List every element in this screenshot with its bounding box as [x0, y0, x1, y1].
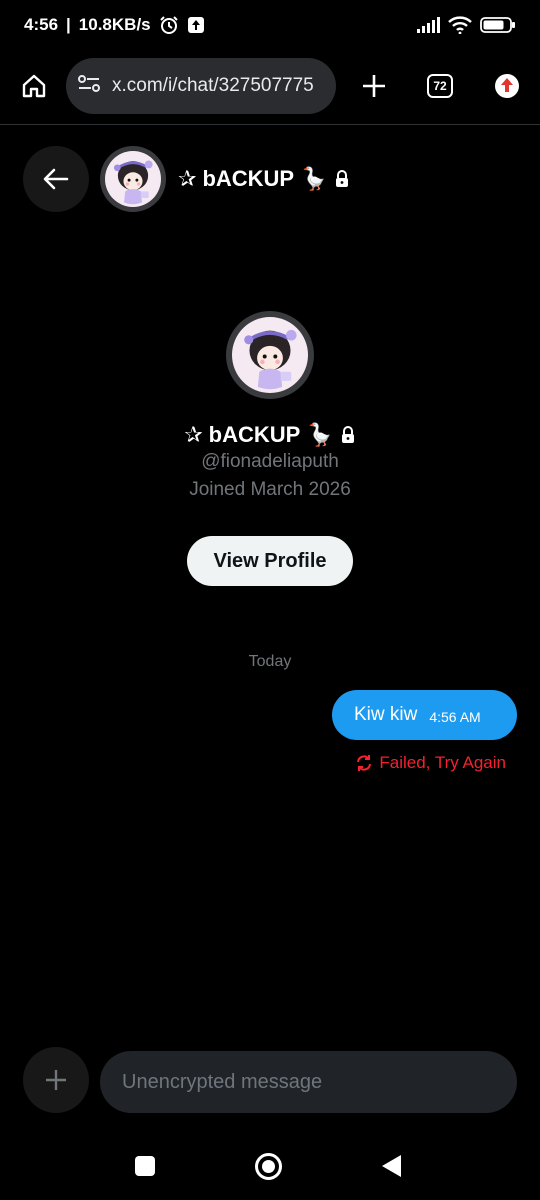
goose-emoji: 🪿: [300, 166, 328, 191]
message-text: Kiw kiw: [354, 704, 418, 725]
profile-handle: @fionadeliaputh: [201, 451, 339, 472]
add-icon: [46, 1070, 66, 1090]
avatar[interactable]: [100, 146, 166, 212]
alarm-icon: [159, 15, 179, 35]
star-glyph: ✰: [184, 422, 203, 447]
browser-toolbar: x.com/i/chat/327507775 72: [0, 56, 540, 116]
chat-header-title[interactable]: ✰ bACKUP 🪿: [178, 162, 350, 196]
new-tab-button[interactable]: [352, 64, 396, 108]
retry-send-button[interactable]: Failed, Try Again: [355, 753, 506, 773]
update-icon: [495, 74, 519, 98]
wifi-icon: [448, 16, 472, 34]
back-nav-button[interactable]: [380, 1154, 402, 1178]
message-input[interactable]: [100, 1051, 517, 1113]
profile-display-name: bACKUP: [208, 422, 301, 447]
update-button[interactable]: [485, 64, 529, 108]
url-text: x.com/i/chat/327507775: [112, 75, 314, 96]
profile-name: ✰ bACKUP 🪿: [0, 418, 540, 452]
tabs-button[interactable]: 72: [418, 64, 462, 108]
home-nav-dot: [262, 1160, 275, 1173]
date-separator: Today: [248, 653, 292, 670]
toolbar-divider: [0, 124, 540, 125]
status-right: [416, 16, 516, 34]
lock-icon: [335, 170, 348, 187]
lock-icon: [341, 426, 354, 443]
status-time: 4:56: [24, 15, 59, 34]
plus-icon: [363, 75, 385, 97]
avatar-image: [105, 151, 161, 207]
back-button[interactable]: [23, 146, 89, 212]
back-arrow-icon: [43, 168, 69, 190]
message-time: 4:56 AM: [429, 709, 481, 725]
site-settings-icon[interactable]: [78, 74, 100, 99]
profile-avatar-image: [232, 317, 308, 393]
battery-icon: [480, 16, 516, 34]
home-nav-button[interactable]: [255, 1153, 282, 1180]
status-bar: 4:56 | 10.8KB/s: [0, 0, 540, 50]
profile-avatar[interactable]: [226, 311, 314, 399]
system-navigation-bar: [0, 1140, 540, 1192]
status-left: 4:56 | 10.8KB/s: [24, 15, 205, 35]
star-glyph: ✰: [178, 166, 197, 191]
retry-icon: [357, 755, 372, 771]
tabs-icon: 72: [427, 74, 453, 98]
message-bubble[interactable]: Kiw kiw 4:56 AM: [332, 690, 517, 740]
recents-button[interactable]: [135, 1156, 155, 1176]
upload-notification-icon: [187, 16, 205, 34]
address-bar[interactable]: x.com/i/chat/327507775: [66, 58, 336, 114]
add-attachment-button[interactable]: [23, 1047, 89, 1113]
view-profile-button[interactable]: View Profile: [187, 536, 353, 586]
status-speed: 10.8KB/s: [78, 15, 151, 34]
chat-name: bACKUP: [202, 166, 295, 191]
signal-icon: [416, 17, 440, 33]
status-separator: |: [66, 15, 71, 34]
home-button[interactable]: [14, 64, 54, 108]
failed-status-text: Failed, Try Again: [379, 753, 506, 772]
home-icon: [22, 74, 46, 98]
goose-emoji: 🪿: [306, 422, 334, 447]
profile-joined-date: Joined March 2026: [189, 479, 351, 500]
